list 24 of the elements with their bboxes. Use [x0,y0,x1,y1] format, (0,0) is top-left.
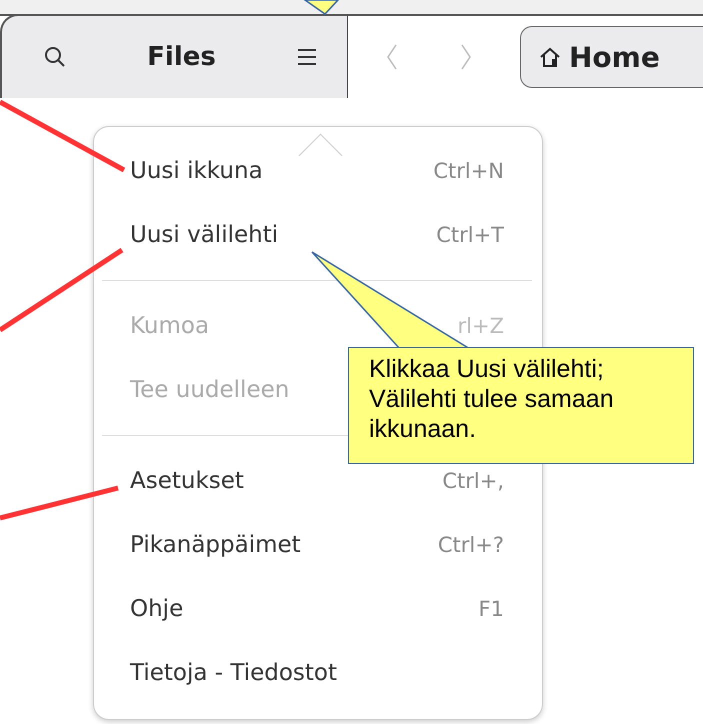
shortcut-text: Ctrl+N [433,159,504,183]
shortcut-text: F1 [478,597,504,621]
menu-item-label: Uusi välilehti [130,222,278,248]
callout-tail [302,0,340,15]
search-icon[interactable] [44,46,66,68]
menu-item[interactable]: Uusi välilehti Ctrl+T [130,203,504,267]
window-title: Files [147,42,216,72]
shortcut-text: Ctrl+T [436,223,504,247]
shortcut-text: Ctrl+? [438,533,504,557]
menu-item-label: Kumoa [130,313,210,339]
menu-item[interactable]: Uusi ikkuna Ctrl+N [130,139,504,203]
menu-item[interactable]: Ohje F1 [130,577,504,641]
shortcut-text: Ctrl+, [442,469,504,493]
home-button[interactable]: Home [520,26,703,88]
house-icon [539,46,561,68]
menu-item-label: Ohje [130,596,184,622]
menu-item-label: Asetukset [130,468,244,494]
menu-item-label: Pikanäppäimet [130,532,301,558]
menu-item[interactable]: Tietoja - Tiedostot [130,641,504,705]
menu-item[interactable]: Pikanäppäimet Ctrl+? [130,513,504,577]
menu-item-label: Uusi ikkuna [130,158,263,184]
shortcut-text: rl+Z [458,314,504,338]
menu-icon[interactable] [296,48,317,66]
menu-item-label: Tietoja - Tiedostot [130,660,338,686]
